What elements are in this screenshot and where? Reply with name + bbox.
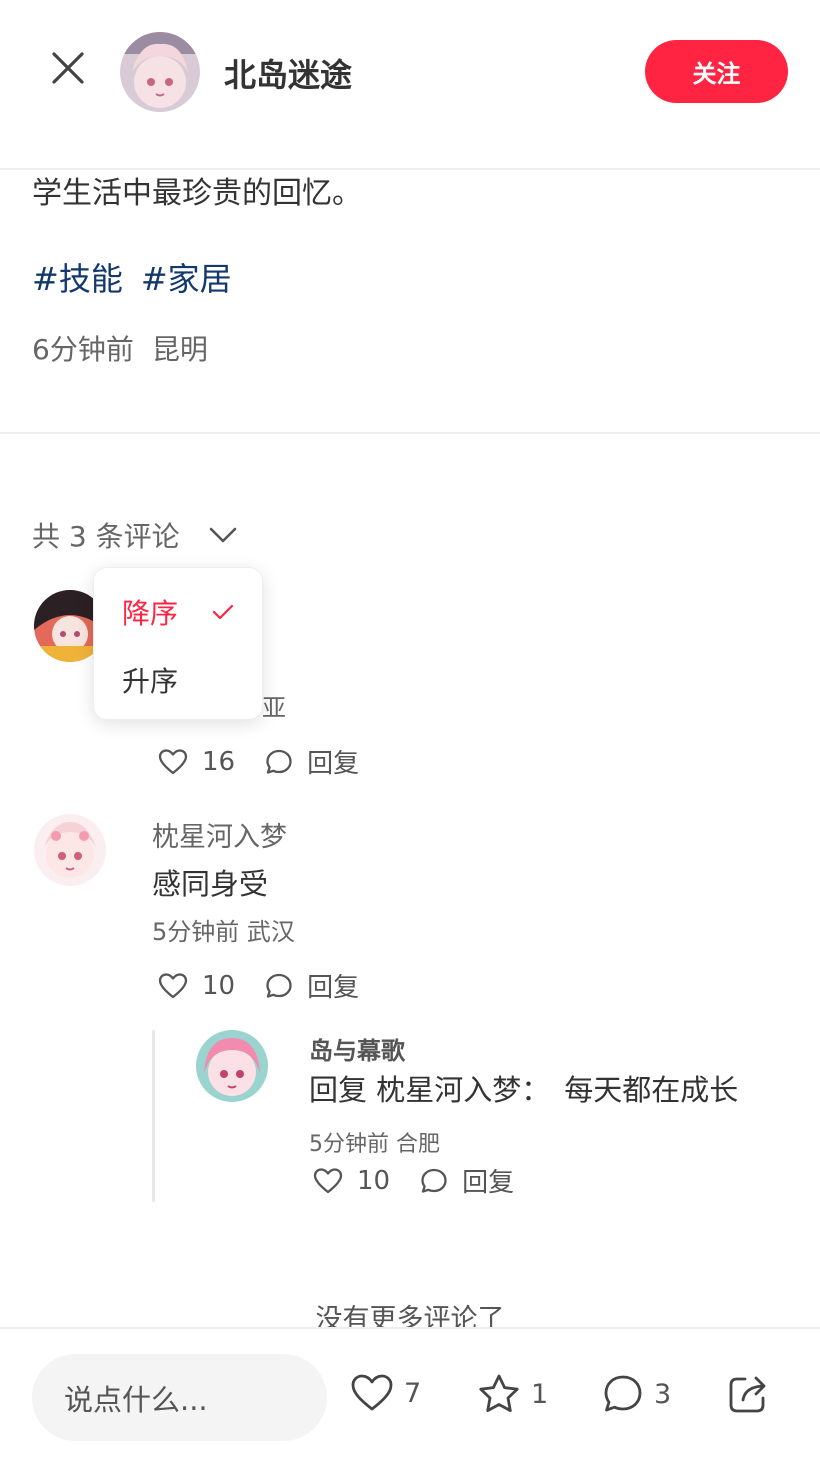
post-location: 昆明 (151, 333, 208, 366)
reply-prefix: 回复 枕星河入梦： (309, 1073, 551, 1107)
comment-meta: 5分钟前 武汉 (152, 918, 295, 946)
like-button[interactable]: 10 (313, 1166, 390, 1196)
star-count: 1 (531, 1378, 549, 1410)
comment-input-placeholder: 说点什么... (64, 1382, 208, 1417)
author-name[interactable]: 北岛迷途 (224, 50, 352, 96)
reply-text: 每天都在成长 (564, 1073, 739, 1107)
comment-meta: 亚 (262, 694, 286, 722)
comment-icon (266, 973, 292, 998)
sort-dropdown: 降序 升序 (93, 567, 263, 720)
comment-sort-toggle[interactable]: 共 3 条评论 (32, 515, 238, 555)
heart-icon (158, 748, 188, 774)
reply-button[interactable]: 回复 (265, 967, 359, 1004)
divider (0, 432, 820, 434)
sort-option-label: 降序 (122, 597, 179, 630)
share-button[interactable] (727, 1373, 769, 1415)
close-icon[interactable] (46, 46, 90, 90)
commenter-avatar[interactable] (196, 1030, 268, 1102)
heart-icon (158, 972, 188, 998)
chevron-down-icon (208, 519, 238, 552)
like-count: 10 (357, 1165, 391, 1196)
reply-button[interactable]: 回复 (420, 1162, 514, 1199)
check-icon (212, 604, 234, 620)
comment-author[interactable]: 枕星河入梦 (152, 815, 287, 854)
reply-label: 回复 (307, 749, 360, 779)
like-button[interactable]: 10 (158, 971, 235, 1001)
post-body-text: 学生活中最珍贵的回忆。 (32, 176, 362, 211)
share-icon (729, 1376, 766, 1413)
collect-button[interactable]: 1 (477, 1373, 548, 1415)
sort-option-desc[interactable]: 降序 (122, 592, 234, 632)
sort-option-asc[interactable]: 升序 (122, 660, 178, 700)
like-count: 7 (404, 1377, 422, 1409)
post-time: 6分钟前 (32, 333, 134, 366)
post-meta: 6分钟前 昆明 (32, 328, 208, 368)
comment-count: 3 (654, 1378, 672, 1410)
comment-input[interactable]: 说点什么... (32, 1354, 327, 1441)
tag-link[interactable]: #家居 (141, 254, 232, 300)
like-button[interactable]: 16 (158, 747, 235, 777)
bottom-action-bar: 说点什么... 7 1 3 (0, 1327, 820, 1464)
post-tags: #技能 #家居 (32, 254, 232, 300)
comment-icon (421, 1168, 447, 1193)
comment-actions: 16 回复 (158, 743, 389, 780)
reply-actions: 10 回复 (313, 1162, 544, 1199)
comment-actions: 10 回复 (158, 967, 389, 1004)
reply-label: 回复 (462, 1168, 515, 1198)
reply-label: 回复 (307, 973, 360, 1003)
heart-icon (313, 1167, 343, 1193)
comment-icon (266, 749, 292, 774)
sort-option-label: 升序 (122, 665, 179, 698)
commenter-avatar[interactable] (34, 814, 106, 886)
reply-meta: 5分钟前 合肥 (309, 1132, 440, 1157)
reply-content: 回复 枕星河入梦： 每天都在成长 (309, 1067, 738, 1109)
star-icon (479, 1374, 519, 1412)
like-count: 16 (202, 746, 236, 777)
author-avatar[interactable] (120, 32, 200, 112)
comment-button[interactable]: 3 (602, 1373, 671, 1415)
like-count: 10 (202, 970, 236, 1001)
top-bar: 北岛迷途 关注 (0, 0, 820, 170)
heart-icon (351, 1374, 393, 1411)
tag-link[interactable]: #技能 (32, 254, 123, 300)
comment-count-label: 共 3 条评论 (32, 520, 180, 553)
like-post-button[interactable]: 7 (350, 1373, 421, 1413)
reply-button[interactable]: 回复 (265, 743, 359, 780)
comment-text: 感同身受 (152, 867, 269, 901)
comment-icon (604, 1375, 642, 1412)
follow-button[interactable]: 关注 (645, 40, 788, 103)
reply-thread-line (152, 1030, 155, 1202)
reply-author[interactable]: 岛与幕歌 (309, 1031, 405, 1066)
